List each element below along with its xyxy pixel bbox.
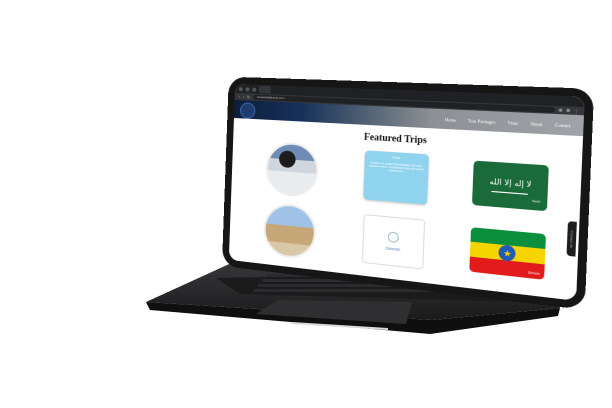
blank-card-label: Zamzam xyxy=(385,246,401,252)
laptop-mockup: ‹ › ↻ sweethalaltravel.com ⋮ Home Tour P… xyxy=(0,0,612,408)
trip-card-makkah[interactable] xyxy=(249,141,336,199)
trip-card-saudi[interactable]: ﻻ ﺇﻟﻪ ﺇﻻ ﺍﻟﻠﻪ Saudi xyxy=(459,154,565,218)
trip-card-info[interactable]: Ihram Explore our curated trip packages … xyxy=(349,147,445,208)
shahada-script: ﻻ ﺇﻟﻪ ﺇﻻ ﺍﻟﻠﻪ xyxy=(489,176,532,189)
makkah-photo xyxy=(264,141,319,199)
loading-icon: ○ xyxy=(387,231,399,244)
nav-home[interactable]: Home xyxy=(445,116,456,122)
contact-side-tab[interactable]: Contact Us xyxy=(566,221,577,257)
nav-tour-packages[interactable]: Tour Packages xyxy=(468,117,496,124)
saudi-flag: ﻻ ﺇﻟﻪ ﺇﻻ ﺍﻟﻠﻪ Saudi xyxy=(472,160,550,212)
nav-visas[interactable]: Visas xyxy=(507,119,518,125)
ethiopia-flag: ★ Ethiopia xyxy=(469,227,547,280)
forward-arrow-icon[interactable]: › xyxy=(243,93,245,100)
trip-card-gate[interactable] xyxy=(246,201,333,262)
trip-card-blank[interactable]: ○ Zamzam xyxy=(346,211,442,274)
star-emblem-icon: ★ xyxy=(498,244,517,262)
profile-icon[interactable] xyxy=(566,108,571,113)
nav-about[interactable]: About xyxy=(530,120,543,126)
back-arrow-icon[interactable]: ‹ xyxy=(238,93,240,100)
window-minimize-dot[interactable] xyxy=(245,86,250,92)
window-maximize-dot[interactable] xyxy=(252,87,257,92)
trip-card-ethiopia[interactable]: ★ Ethiopia xyxy=(456,220,561,287)
info-card-body: Explore our curated trip packages and en… xyxy=(368,161,424,174)
site-nav: Home Tour Packages Visas About Contact xyxy=(445,116,584,128)
menu-kebab-icon[interactable]: ⋮ xyxy=(574,107,579,115)
blank-card: ○ Zamzam xyxy=(361,214,426,270)
gate-photo xyxy=(262,201,317,261)
window-close-dot[interactable] xyxy=(238,86,243,91)
info-card: Ihram Explore our curated trip packages … xyxy=(363,150,429,205)
featured-trips-grid: Ihram Explore our curated trip packages … xyxy=(246,141,564,287)
site-logo[interactable] xyxy=(239,102,256,120)
saudi-caption: Saudi xyxy=(531,199,541,204)
nav-contact[interactable]: Contact xyxy=(555,121,571,128)
extension-icon[interactable] xyxy=(558,108,563,112)
browser-tab[interactable] xyxy=(258,85,271,94)
ethiopia-caption: Ethiopia xyxy=(528,271,540,276)
sword-icon xyxy=(491,190,529,195)
